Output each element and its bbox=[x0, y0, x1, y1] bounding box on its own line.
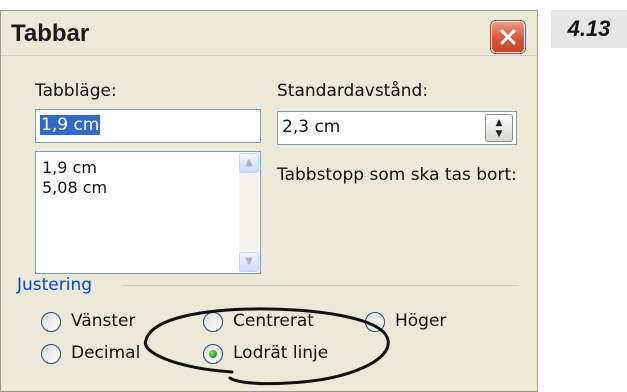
close-x-icon bbox=[500, 29, 516, 45]
default-spacing-value: 2,3 cm bbox=[282, 117, 341, 137]
title-bar: Tabbar bbox=[1, 11, 537, 56]
spin-down-icon: ▼ bbox=[495, 129, 503, 139]
group-divider bbox=[123, 285, 519, 286]
radio-vertical-line[interactable] bbox=[203, 344, 223, 364]
scroll-down-button[interactable]: ▼ bbox=[239, 252, 259, 272]
figure-number: 4.13 bbox=[551, 10, 627, 48]
tabs-to-remove-label: Tabbstopp som ska tas bort: bbox=[277, 165, 517, 185]
dialog-title: Tabbar bbox=[11, 20, 90, 47]
list-item[interactable]: 5,08 cm bbox=[42, 178, 107, 197]
radio-label-vertical-line[interactable]: Lodrät linje bbox=[233, 343, 328, 363]
close-button[interactable] bbox=[491, 21, 525, 53]
radio-right[interactable] bbox=[365, 312, 385, 332]
alignment-group-label: Justering bbox=[17, 275, 93, 295]
spinner-button[interactable]: ▲ ▼ bbox=[485, 114, 513, 142]
tab-position-list[interactable]: 1,9 cm 5,08 cm ▲ ▼ bbox=[35, 151, 261, 274]
default-spacing-label: Standardavstånd: bbox=[277, 81, 429, 101]
radio-left[interactable] bbox=[41, 312, 61, 332]
radio-label-right[interactable]: Höger bbox=[395, 311, 446, 331]
tab-position-value: 1,9 cm bbox=[40, 115, 101, 135]
radio-selected-dot bbox=[209, 350, 217, 358]
radio-label-left[interactable]: Vänster bbox=[71, 311, 135, 331]
chevron-down-icon: ▼ bbox=[245, 256, 253, 267]
radio-label-decimal[interactable]: Decimal bbox=[71, 343, 140, 363]
tab-position-label: Tabbläge: bbox=[35, 81, 117, 101]
radio-center[interactable] bbox=[203, 312, 223, 332]
radio-decimal[interactable] bbox=[41, 344, 61, 364]
chevron-up-icon: ▲ bbox=[245, 157, 253, 168]
list-item[interactable]: 1,9 cm bbox=[42, 158, 97, 177]
spin-up-icon: ▲ bbox=[495, 118, 503, 128]
radio-label-center[interactable]: Centrerat bbox=[233, 311, 314, 331]
tabs-dialog: Tabbar Tabbläge: 1,9 cm 1,9 cm 5,08 cm ▲… bbox=[0, 10, 538, 392]
scroll-up-button[interactable]: ▲ bbox=[239, 153, 259, 173]
default-spacing-input[interactable]: 2,3 cm bbox=[277, 111, 517, 145]
list-scrollbar[interactable]: ▲ ▼ bbox=[239, 153, 259, 272]
tab-position-input[interactable]: 1,9 cm bbox=[35, 109, 261, 143]
